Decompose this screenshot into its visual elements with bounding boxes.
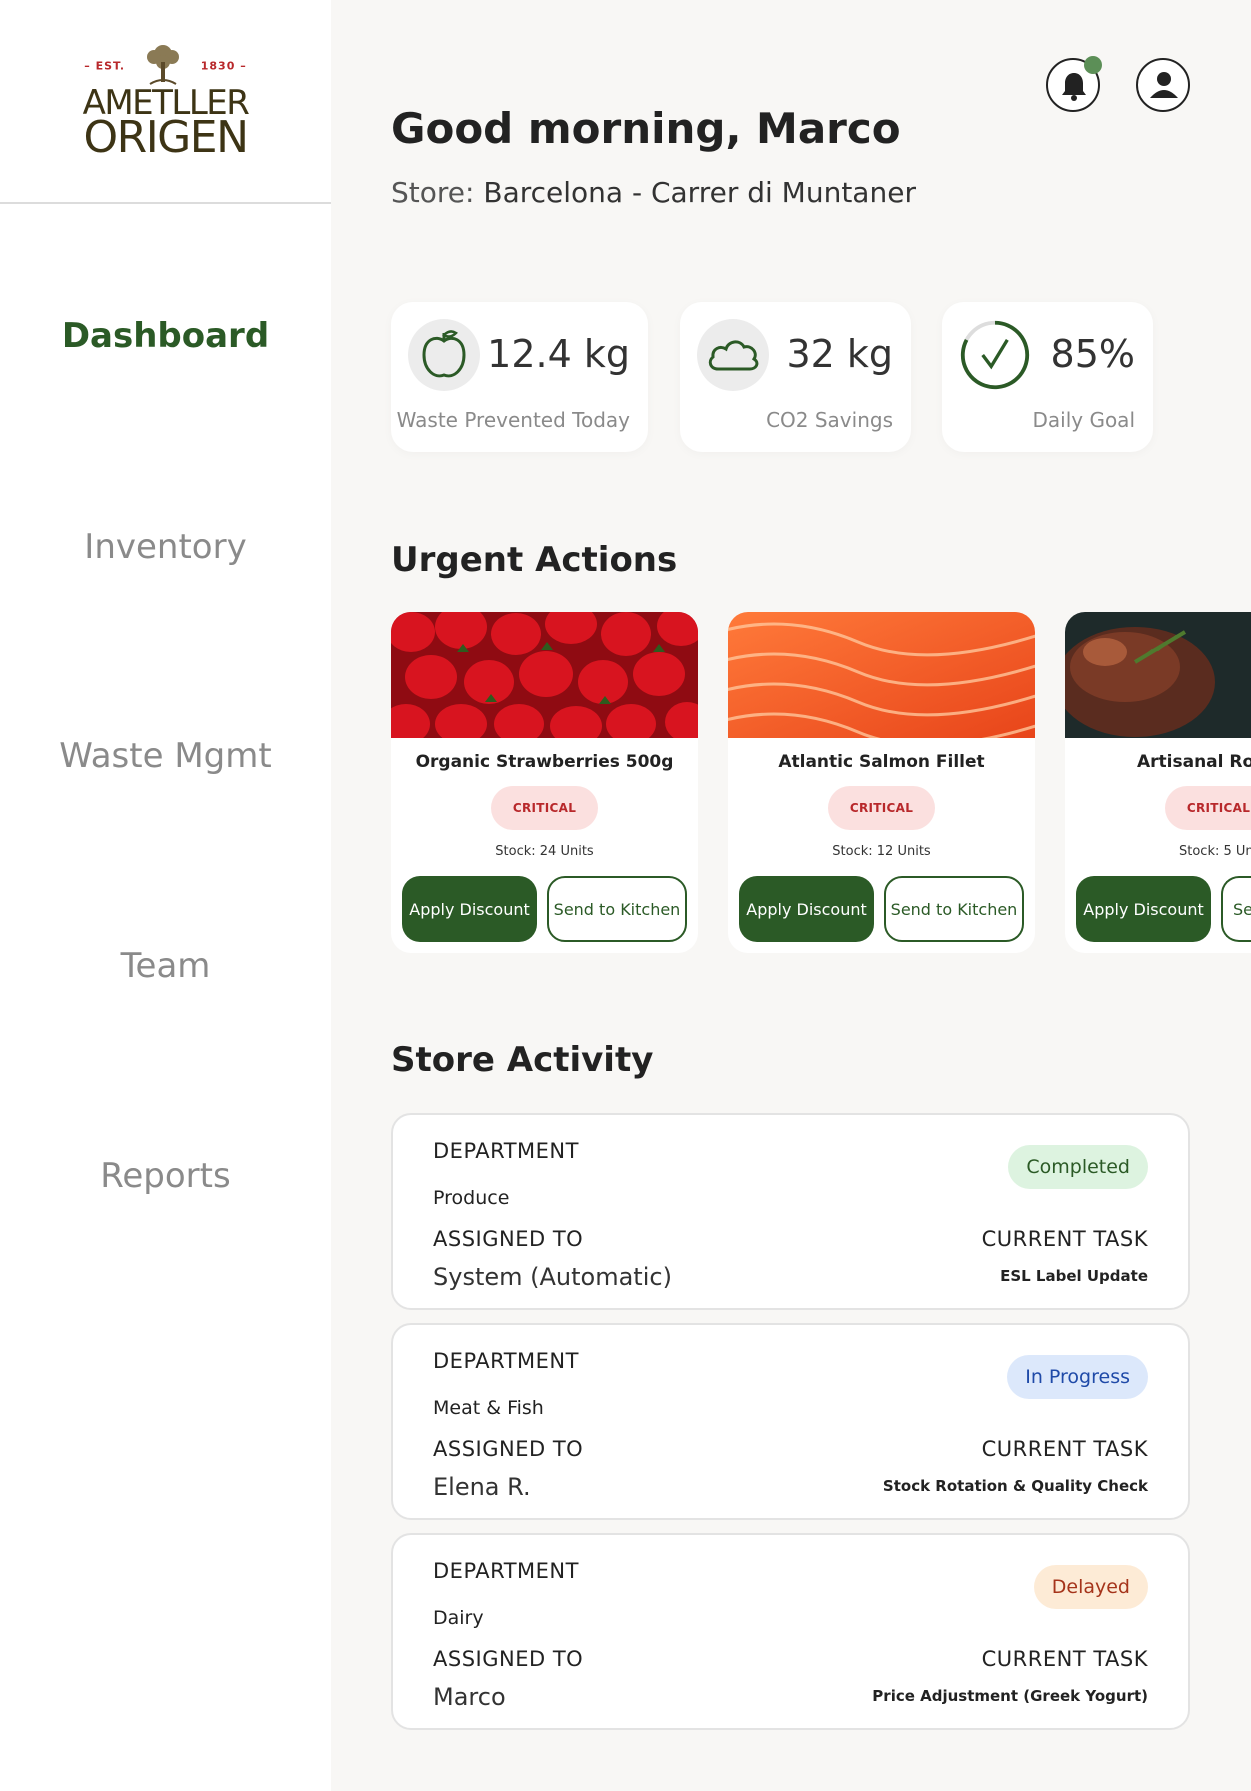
apple-icon — [408, 319, 480, 391]
page-title: Good morning, Marco — [391, 104, 901, 153]
stat-label: Daily Goal — [1032, 408, 1135, 432]
activity-card[interactable]: DEPARTMENT Dairy Delayed ASSIGNED TO Mar… — [391, 1533, 1190, 1730]
sidebar-item-waste-mgmt[interactable]: Waste Mgmt — [0, 736, 331, 776]
store-info: Store: Barcelona - Carrer di Muntaner — [391, 176, 916, 209]
logo-name-line2: ORIGEN — [83, 112, 250, 163]
sidebar-item-dashboard[interactable]: Dashboard — [0, 316, 331, 356]
department-value: Meat & Fish — [433, 1397, 544, 1419]
status-badge: In Progress — [1007, 1355, 1148, 1399]
status-badge: Completed — [1008, 1145, 1148, 1189]
status-badge: Delayed — [1033, 1565, 1148, 1609]
cloud-icon — [697, 319, 769, 391]
store-activity-title: Store Activity — [391, 1040, 654, 1080]
stat-value: 32 kg — [786, 332, 893, 376]
user-icon — [1147, 68, 1181, 108]
profile-button[interactable] — [1136, 58, 1190, 112]
product-image-roast — [1065, 612, 1251, 738]
sidebar-item-reports[interactable]: Reports — [0, 1156, 331, 1196]
stock-count: Stock: 12 Units — [832, 844, 931, 859]
apply-discount-button[interactable]: Apply Discount — [739, 876, 874, 942]
send-to-kitchen-button[interactable]: Se — [1221, 876, 1251, 942]
assigned-label: ASSIGNED TO — [433, 1647, 584, 1671]
store-label: Store: — [391, 176, 475, 209]
assigned-value: System (Automatic) — [433, 1263, 672, 1291]
product-image-strawberries — [391, 612, 698, 738]
logo-est: EST. — [95, 59, 126, 73]
logo-year: 1830 — [200, 59, 236, 73]
stock-count: Stock: 5 Unit — [1179, 844, 1251, 859]
department-value: Dairy — [433, 1607, 484, 1629]
current-task-value: Stock Rotation & Quality Check — [882, 1477, 1148, 1495]
send-to-kitchen-button[interactable]: Send to Kitchen — [884, 876, 1024, 942]
critical-badge: CRITICAL — [491, 786, 598, 830]
urgent-action-card: Atlantic Salmon Fillet CRITICAL Stock: 1… — [728, 612, 1035, 953]
current-task-value: Price Adjustment (Greek Yogurt) — [872, 1687, 1148, 1705]
department-label: DEPARTMENT — [433, 1559, 579, 1583]
product-image-salmon — [728, 612, 1035, 738]
product-name: Artisanal Roas — [1137, 752, 1251, 772]
sidebar-item-inventory[interactable]: Inventory — [0, 527, 331, 567]
current-task-label: CURRENT TASK — [981, 1647, 1148, 1671]
current-task-label: CURRENT TASK — [981, 1227, 1148, 1251]
product-name: Organic Strawberries 500g — [415, 752, 674, 772]
notifications-button[interactable] — [1046, 56, 1102, 112]
bell-icon — [1060, 70, 1088, 106]
assigned-value: Marco — [433, 1683, 506, 1711]
assigned-label: ASSIGNED TO — [433, 1227, 584, 1251]
store-name: Barcelona - Carrer di Muntaner — [483, 176, 916, 209]
send-to-kitchen-button[interactable]: Send to Kitchen — [547, 876, 687, 942]
stat-card-daily-goal: 85% Daily Goal — [942, 302, 1153, 452]
stat-value: 12.4 kg — [487, 332, 630, 376]
brand-logo[interactable]: – EST. 1830 – AMETLLER ORIGEN — [0, 0, 331, 204]
check-circle-icon — [959, 319, 1031, 391]
assigned-label: ASSIGNED TO — [433, 1437, 584, 1461]
stock-count: Stock: 24 Units — [495, 844, 594, 859]
current-task-label: CURRENT TASK — [981, 1437, 1148, 1461]
critical-badge: CRITICAL — [1165, 786, 1251, 830]
product-name: Atlantic Salmon Fillet — [778, 752, 985, 772]
notification-dot — [1084, 56, 1102, 74]
critical-badge: CRITICAL — [828, 786, 935, 830]
sidebar: – EST. 1830 – AMETLLER ORIGEN Dashboard … — [0, 0, 331, 1791]
urgent-action-card: Organic Strawberries 500g CRITICAL Stock… — [391, 612, 698, 953]
current-task-value: ESL Label Update — [1000, 1267, 1148, 1285]
stat-card-waste-prevented: 12.4 kg Waste Prevented Today — [391, 302, 648, 452]
stat-label: CO2 Savings — [766, 408, 893, 432]
urgent-actions-title: Urgent Actions — [391, 540, 678, 580]
assigned-value: Elena R. — [433, 1473, 531, 1501]
urgent-action-card: Artisanal Roas CRITICAL Stock: 5 Unit Ap… — [1065, 612, 1251, 953]
activity-card[interactable]: DEPARTMENT Meat & Fish In Progress ASSIG… — [391, 1323, 1190, 1520]
stat-label: Waste Prevented Today — [396, 408, 630, 432]
stat-value: 85% — [1050, 332, 1135, 376]
activity-card[interactable]: DEPARTMENT Produce Completed ASSIGNED TO… — [391, 1113, 1190, 1310]
sidebar-item-team[interactable]: Team — [0, 946, 331, 986]
apply-discount-button[interactable]: Apply Discount — [402, 876, 537, 942]
stat-card-co2-savings: 32 kg CO2 Savings — [680, 302, 911, 452]
department-label: DEPARTMENT — [433, 1349, 579, 1373]
apply-discount-button[interactable]: Apply Discount — [1076, 876, 1211, 942]
department-value: Produce — [433, 1187, 510, 1209]
department-label: DEPARTMENT — [433, 1139, 579, 1163]
